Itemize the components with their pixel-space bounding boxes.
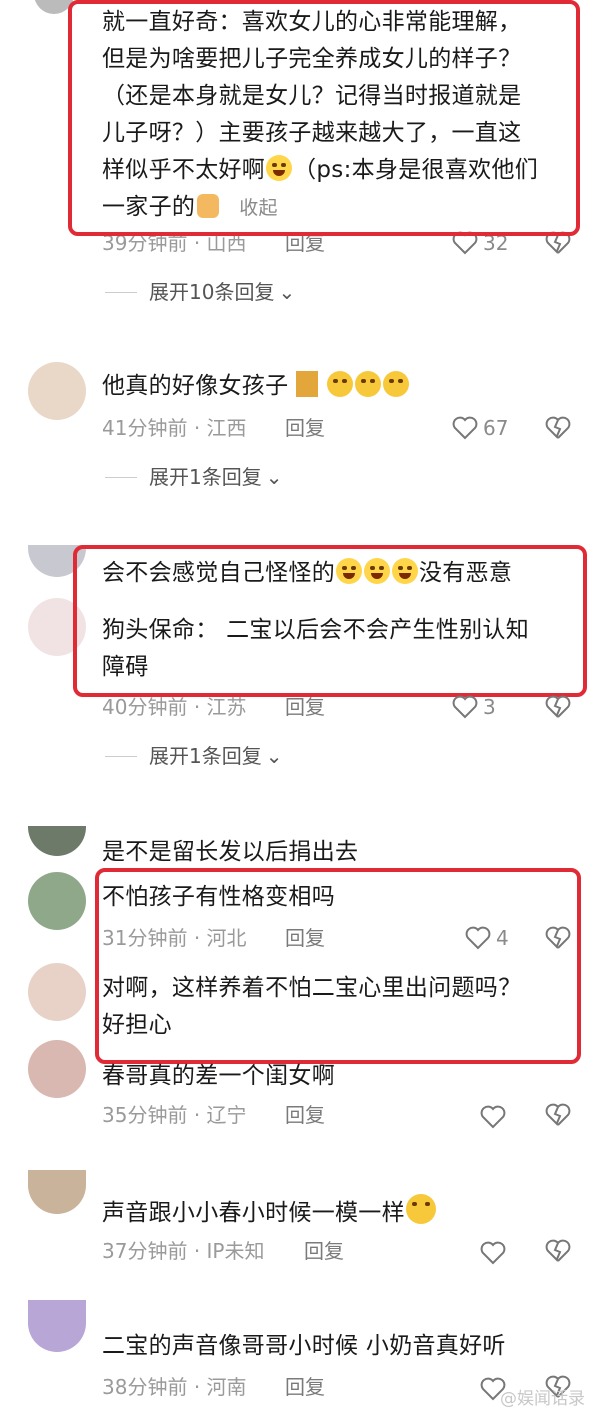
heart-icon <box>465 926 491 950</box>
avatar[interactable] <box>28 1170 86 1214</box>
like-button[interactable]: 3 <box>452 692 496 722</box>
comment-meta: 40分钟前 · 江苏 回复 <box>102 692 325 722</box>
reply-button[interactable]: 回复 <box>285 1100 325 1130</box>
hand-emoji-icon <box>197 194 220 218</box>
avatar[interactable] <box>28 598 86 656</box>
comment-text: 春哥真的差一个闺女啊 <box>102 1063 335 1089</box>
comment-meta: 35分钟前 · 辽宁 回复 <box>102 1100 325 1130</box>
expand-replies-button[interactable]: 展开1条回复 ⌄ <box>105 462 283 492</box>
reply-button[interactable]: 回复 <box>285 923 325 953</box>
expand-replies-button[interactable]: 展开1条回复 ⌄ <box>105 741 283 771</box>
avatar[interactable] <box>28 545 86 577</box>
pleading-emoji-icon <box>326 371 353 397</box>
cat-emoji-icon <box>296 371 319 397</box>
avatar[interactable] <box>28 1300 86 1352</box>
heart-icon[interactable] <box>480 1238 506 1268</box>
pleading-emoji-icon <box>354 371 381 397</box>
avatar[interactable] <box>28 362 86 420</box>
reply-text: 狗头保命： 二宝以后会不会产生性别认知 障碍 <box>102 617 530 680</box>
laugh-cry-emoji-icon <box>266 155 293 181</box>
broken-heart-icon[interactable] <box>545 415 571 441</box>
comment-text: 声音跟小小春小时候一模一样 <box>102 1194 437 1232</box>
broken-heart-icon[interactable] <box>545 925 571 951</box>
like-button[interactable]: 4 <box>465 923 509 953</box>
laugh-cry-emoji-icon <box>392 558 418 584</box>
collapse-link[interactable]: 收起 <box>239 197 278 219</box>
laugh-cry-emoji-icon <box>336 558 362 584</box>
watermark: @娱闻话录 <box>500 1389 585 1409</box>
laugh-cry-emoji-icon <box>364 558 390 584</box>
comment-text: 是不是留长发以后捐出去 <box>102 839 359 865</box>
heart-icon[interactable] <box>480 1102 506 1132</box>
avatar[interactable] <box>28 826 86 856</box>
comment-text: 他真的好像女孩子 <box>102 368 410 405</box>
avatar[interactable] <box>28 1040 86 1098</box>
comment-meta: 39分钟前 · 山西 回复 <box>102 228 325 258</box>
like-button[interactable]: 32 <box>452 228 508 258</box>
reply-button[interactable]: 回复 <box>285 413 325 443</box>
like-button[interactable]: 67 <box>452 413 508 443</box>
comment-meta: 38分钟前 · 河南 回复 <box>102 1372 325 1402</box>
pleading-emoji-icon <box>382 371 409 397</box>
broken-heart-icon[interactable] <box>545 1238 571 1264</box>
reply-button[interactable]: 回复 <box>285 692 325 722</box>
heart-icon <box>452 695 478 719</box>
comment-text: 二宝的声音像哥哥小时候 小奶音真好听 <box>102 1333 506 1359</box>
comment-meta: 41分钟前 · 江西 回复 <box>102 413 325 443</box>
avatar[interactable] <box>28 872 86 930</box>
comment-text: 就一直好奇：喜欢女儿的心非常能理解， 但是为啥要把儿子完全养成女儿的样子？ （还… <box>102 9 539 220</box>
comment-text: 不怕孩子有性格变相吗 <box>102 884 335 910</box>
reply-button[interactable]: 回复 <box>285 228 325 258</box>
broken-heart-icon[interactable] <box>545 694 571 720</box>
expand-replies-button[interactable]: 展开10条回复 ⌄ <box>105 277 295 307</box>
grin-emoji-icon <box>405 1194 436 1224</box>
broken-heart-icon[interactable] <box>545 1102 571 1128</box>
comment-text: 对啊，这样养着不怕二宝心里出问题吗？ 好担心 <box>102 975 522 1038</box>
heart-icon <box>452 231 478 255</box>
reply-button[interactable]: 回复 <box>304 1236 344 1266</box>
comment-meta: 31分钟前 · 河北 回复 <box>102 923 325 953</box>
avatar[interactable] <box>34 0 74 14</box>
broken-heart-icon[interactable] <box>545 230 571 256</box>
comment-meta: 37分钟前 · IP未知 回复 <box>102 1236 344 1266</box>
comment-text: 会不会感觉自己怪怪的 没有恶意 <box>102 558 513 586</box>
reply-button[interactable]: 回复 <box>285 1372 325 1402</box>
heart-icon <box>452 416 478 440</box>
avatar[interactable] <box>28 963 86 1021</box>
